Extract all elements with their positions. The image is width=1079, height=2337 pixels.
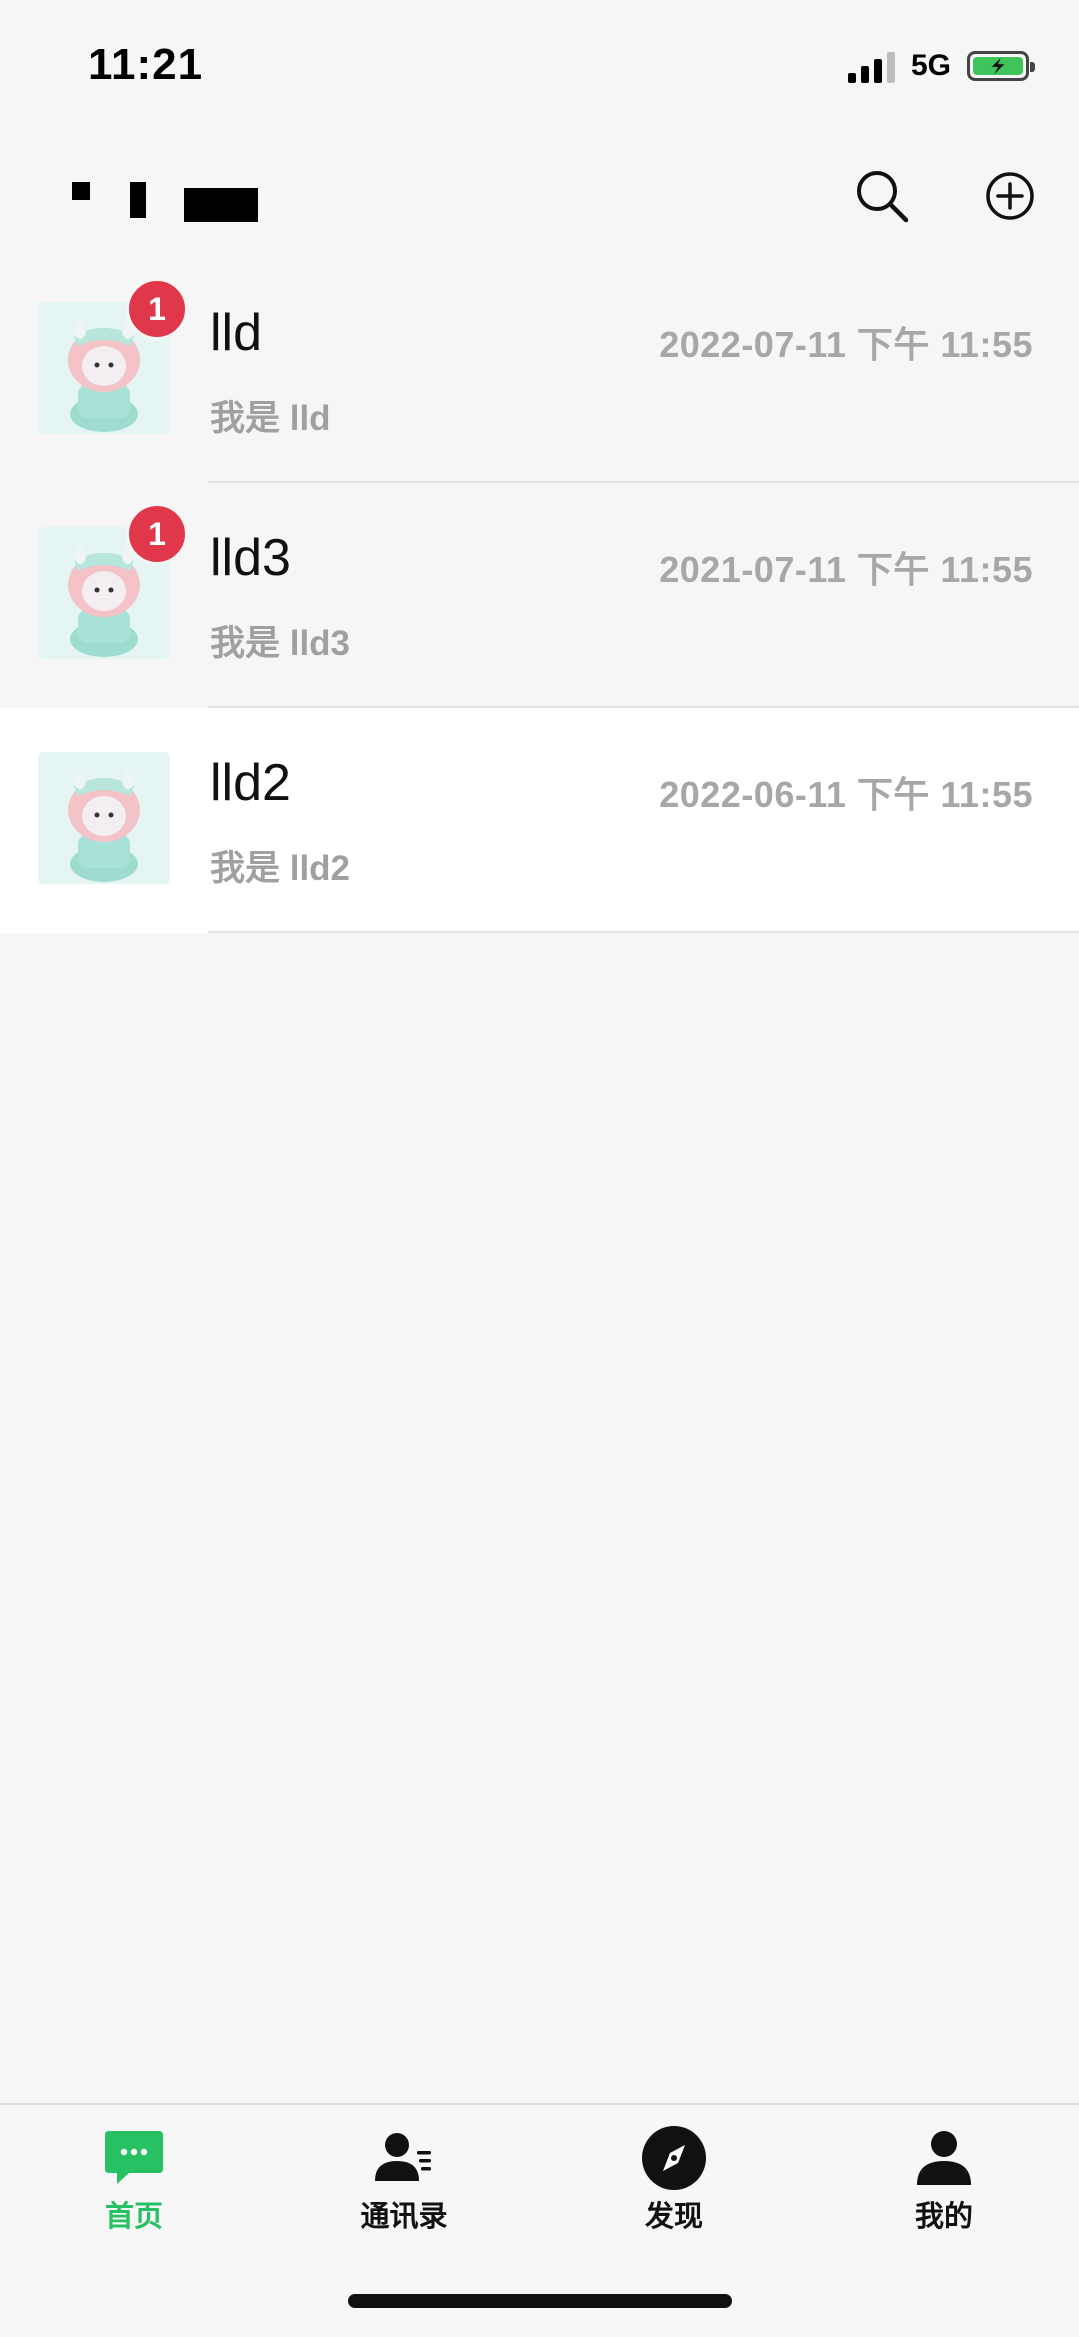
divider xyxy=(208,931,1079,933)
chat-preview: 我是 lld2 xyxy=(210,849,351,888)
tab-label: 发现 xyxy=(644,2201,703,2233)
contacts-icon xyxy=(371,2127,437,2189)
top-header xyxy=(0,160,1079,240)
page-title-redacted xyxy=(72,182,272,222)
compass-icon xyxy=(641,2126,707,2190)
chat-time: 2022-07-11 下午 11:55 xyxy=(659,324,1033,365)
unread-badge: 1 xyxy=(126,278,188,340)
status-indicators: 5G xyxy=(847,46,1035,86)
plus-circle-icon xyxy=(986,172,1034,220)
add-button[interactable] xyxy=(980,166,1040,226)
status-time: 11:21 xyxy=(88,40,204,89)
tab-label: 我的 xyxy=(914,2201,973,2233)
search-button[interactable] xyxy=(852,166,912,226)
profile-icon xyxy=(911,2127,977,2189)
avatar xyxy=(38,752,170,884)
chat-name: lld xyxy=(210,304,263,362)
tab-profile[interactable]: 我的 xyxy=(844,2127,1044,2237)
doll-avatar-image xyxy=(38,752,170,884)
chat-preview: 我是 lld xyxy=(210,399,331,438)
tab-label: 首页 xyxy=(104,2201,163,2233)
chat-list: 1 lld 2022-07-11 下午 11:55 我是 lld 1 lld3 … xyxy=(0,258,1079,933)
tab-label: 通讯录 xyxy=(360,2201,448,2233)
chat-bubble-icon xyxy=(101,2127,167,2189)
tab-contacts[interactable]: 通讯录 xyxy=(304,2127,504,2237)
network-type: 5G xyxy=(910,49,951,82)
chat-time: 2022-06-11 下午 11:55 xyxy=(659,774,1033,815)
chat-list-item[interactable]: lld2 2022-06-11 下午 11:55 我是 lld2 xyxy=(0,708,1079,933)
status-bar: 11:21 5G xyxy=(0,0,1079,130)
chat-list-item[interactable]: 1 lld 2022-07-11 下午 11:55 我是 lld xyxy=(0,258,1079,483)
chat-time: 2021-07-11 下午 11:55 xyxy=(659,549,1033,590)
search-icon xyxy=(857,171,909,223)
tab-discover[interactable]: 发现 xyxy=(574,2126,774,2237)
unread-badge: 1 xyxy=(126,503,188,565)
chat-name: lld2 xyxy=(210,754,291,812)
cellular-signal-icon xyxy=(847,49,895,83)
battery-charging-icon xyxy=(967,51,1035,81)
chat-name: lld3 xyxy=(210,529,291,587)
tab-home[interactable]: 首页 xyxy=(34,2127,234,2237)
chat-list-item[interactable]: 1 lld3 2021-07-11 下午 11:55 我是 lld3 xyxy=(0,483,1079,708)
home-indicator[interactable] xyxy=(348,2294,732,2308)
chat-preview: 我是 lld3 xyxy=(210,624,351,663)
